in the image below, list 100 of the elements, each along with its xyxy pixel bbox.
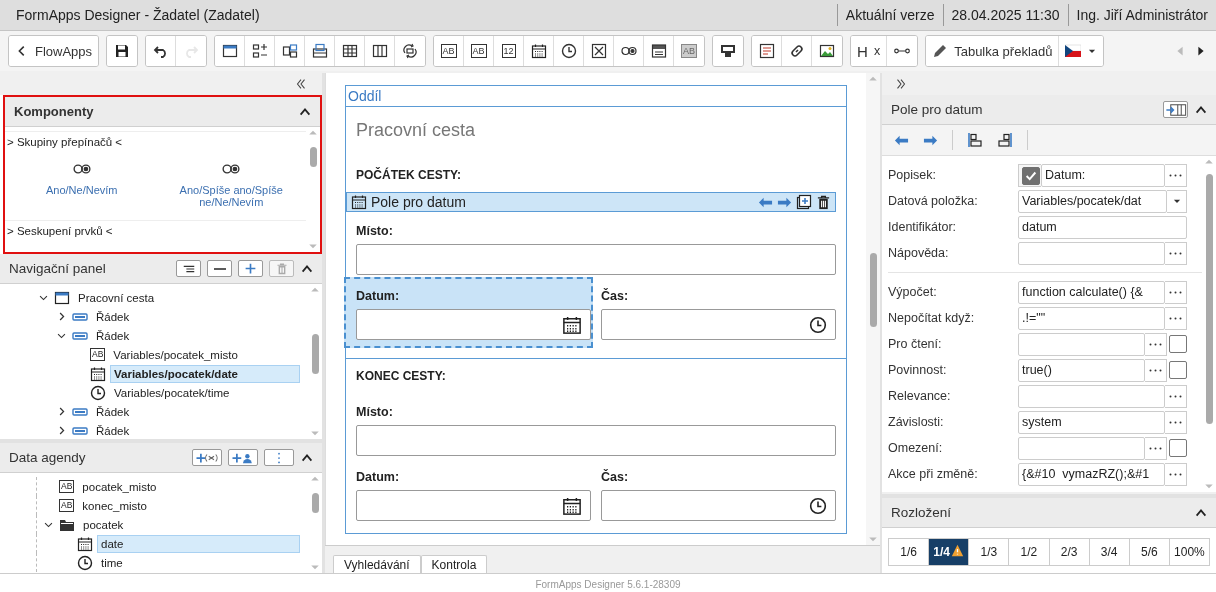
- tree-item[interactable]: Variables/pocatek/date: [110, 364, 300, 383]
- property-label: Relevance:: [888, 389, 952, 403]
- tab[interactable]: Vyhledávání: [333, 555, 421, 573]
- tree-item[interactable]: Řádek: [92, 307, 134, 326]
- more-button[interactable]: [1165, 241, 1187, 265]
- dropdown-icon: [650, 43, 667, 59]
- add-button[interactable]: [238, 260, 263, 277]
- text-field[interactable]: datum: [1018, 215, 1187, 239]
- date-time: 28.04.2025 11:30: [942, 4, 1068, 26]
- collapse-button[interactable]: [207, 260, 232, 277]
- more-button[interactable]: [1145, 332, 1167, 356]
- tree-item[interactable]: Řádek: [92, 421, 134, 439]
- tab[interactable]: Kontrola: [420, 555, 488, 573]
- time-field[interactable]: [601, 309, 836, 340]
- save-button[interactable]: [107, 36, 138, 66]
- tree-item[interactable]: Variables/pocatek/time: [110, 383, 234, 402]
- text-field-icon: AB: [90, 348, 106, 361]
- text-field[interactable]: function calculate() {&: [1018, 280, 1165, 304]
- text-field[interactable]: [356, 425, 836, 456]
- date-field[interactable]: [356, 309, 591, 340]
- back-button[interactable]: FlowApps: [9, 36, 99, 66]
- component-label[interactable]: Ano/Ne/Nevím: [46, 184, 118, 196]
- text-field[interactable]: system: [1018, 410, 1165, 434]
- checkbox[interactable]: [1169, 334, 1187, 353]
- calendar-icon: [90, 365, 106, 382]
- property-label: Výpočet:: [888, 285, 938, 299]
- field-label: Místo:: [356, 405, 394, 419]
- more-button[interactable]: [1145, 358, 1167, 382]
- text-field[interactable]: true(): [1018, 358, 1145, 382]
- checkbox-icon: [590, 43, 607, 59]
- import-button[interactable]: [1163, 101, 1188, 118]
- text-field[interactable]: [356, 244, 836, 275]
- version-label[interactable]: Aktuální verze: [836, 4, 943, 26]
- scrollbar-thumb[interactable]: [311, 334, 319, 374]
- calendar-icon: [530, 43, 547, 59]
- tree-item[interactable]: time: [97, 553, 127, 572]
- width-button[interactable]: 1/4: [929, 539, 970, 565]
- translations-button[interactable]: Tabulka překladů: [926, 36, 1060, 66]
- calendar-icon: [562, 314, 582, 335]
- document-button[interactable]: [752, 36, 783, 66]
- text-field[interactable]: [1018, 241, 1165, 265]
- scrollbar-thumb[interactable]: [311, 493, 319, 513]
- checkbox[interactable]: [1169, 360, 1187, 379]
- list-add-icon: [251, 43, 268, 59]
- more-button[interactable]: [1165, 306, 1187, 330]
- more-button[interactable]: [1165, 410, 1187, 434]
- text-field[interactable]: .!="": [1018, 306, 1165, 330]
- more-button[interactable]: [1165, 163, 1187, 187]
- tree-item[interactable]: Variables/pocatek_misto: [109, 345, 242, 364]
- calendar-icon: [77, 535, 93, 552]
- indent-button[interactable]: [176, 260, 201, 277]
- tree-item[interactable]: pocatek: [79, 515, 128, 534]
- field-label: Místo:: [356, 224, 394, 238]
- add-variable-button[interactable]: [192, 449, 222, 466]
- checkbox[interactable]: [1022, 167, 1040, 185]
- property-label: Popisek:: [888, 168, 937, 182]
- tree-item[interactable]: date: [97, 534, 300, 553]
- text-field-tool[interactable]: AB: [434, 36, 465, 66]
- tree-item[interactable]: Řádek: [92, 326, 134, 345]
- panel-icon: [311, 43, 328, 59]
- user-name[interactable]: Ing. Jiří Administrátor: [1067, 4, 1216, 26]
- align-left-icon: [967, 132, 983, 148]
- text-field[interactable]: [1018, 384, 1165, 408]
- panel-title: Rozložení: [891, 505, 953, 520]
- scrollbar-thumb[interactable]: [1205, 174, 1213, 424]
- stamp-button[interactable]: [713, 36, 744, 66]
- more-button[interactable]: [1145, 436, 1167, 460]
- more-button[interactable]: [1165, 462, 1187, 486]
- section-icon: [221, 43, 238, 59]
- columns-icon: [371, 43, 388, 59]
- warning-icon: [951, 544, 965, 557]
- more-button[interactable]: [264, 449, 294, 466]
- align-right-icon: [997, 132, 1013, 148]
- text-field[interactable]: {&#10 vymazRZ();&#1: [1018, 462, 1165, 486]
- component-label[interactable]: Ano/Spíše ano/Spíše ne/Ne/Nevím: [166, 184, 297, 208]
- more-button[interactable]: [1165, 384, 1187, 408]
- group-label[interactable]: > Seskupení prvků <: [7, 225, 113, 237]
- checkbox[interactable]: [1169, 438, 1187, 457]
- section-label[interactable]: Oddíl: [346, 86, 846, 107]
- tree-item[interactable]: pocatek_misto: [78, 477, 161, 496]
- text-field[interactable]: [1018, 436, 1145, 460]
- tree-item[interactable]: Pracovní cesta: [74, 288, 159, 307]
- section-button[interactable]: [215, 36, 246, 66]
- time-field[interactable]: [601, 490, 836, 521]
- group-label[interactable]: > Skupiny přepínačů <: [7, 136, 123, 148]
- text-field[interactable]: Datum:: [1041, 163, 1165, 187]
- minus-icon: [213, 267, 226, 270]
- more-icon: [1169, 394, 1182, 398]
- undo-button[interactable]: [146, 36, 177, 66]
- more-button[interactable]: [1165, 280, 1187, 304]
- scrollbar-thumb[interactable]: [869, 253, 877, 327]
- tree-item[interactable]: Řádek: [92, 402, 134, 421]
- add-user-button[interactable]: [228, 449, 258, 466]
- link-icon: [788, 43, 805, 59]
- text-field[interactable]: [1018, 332, 1145, 356]
- more-icon: [1149, 446, 1162, 450]
- tree-item[interactable]: konec_misto: [78, 496, 151, 515]
- text-field[interactable]: Variables/pocatek/dat: [1018, 189, 1167, 213]
- scrollbar-thumb[interactable]: [309, 147, 317, 167]
- date-field[interactable]: [356, 490, 591, 521]
